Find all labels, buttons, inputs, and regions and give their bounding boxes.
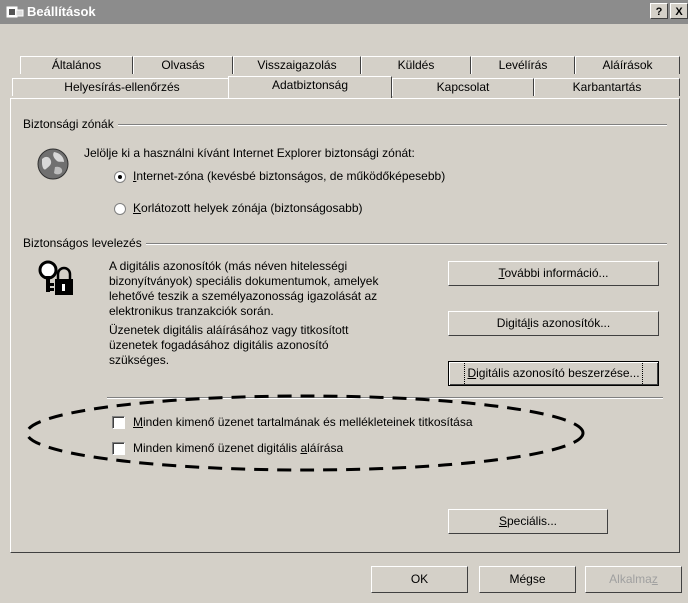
- close-button[interactable]: X: [670, 3, 688, 19]
- tab-levéliras[interactable]: Levélírás: [471, 56, 575, 74]
- encrypt-checkbox-label[interactable]: Minden kimenő üzenet tartalmának és mell…: [133, 415, 473, 430]
- apply-button[interactable]: Alkalmaz: [585, 566, 682, 593]
- cancel-button[interactable]: Mégse: [479, 566, 576, 593]
- mail-desc-line-4: elektronikus tranzakciók során.: [109, 304, 274, 318]
- tab-adatbiztonsag[interactable]: Adatbiztonság: [228, 76, 392, 98]
- title-bar[interactable]: Beállítások ? X: [0, 0, 688, 24]
- radio-restricted-zone-label[interactable]: Korlátozott helyek zónája (biztonságosab…: [133, 201, 362, 216]
- globe-icon: [37, 148, 69, 180]
- mail-desc-line-1: A digitális azonosítók (más néven hitele…: [109, 259, 348, 273]
- mail-info-line-1: Üzenetek digitális aláírásához vagy titk…: [109, 323, 349, 337]
- digital-ids-button[interactable]: Digitális azonosítók...: [448, 311, 659, 336]
- options-window: Beállítások ? X Általános Olvasás Vissza…: [0, 0, 688, 603]
- zones-prompt: Jelölje ki a használni kívánt Internet E…: [84, 146, 415, 160]
- tab-visszaigazolas[interactable]: Visszaigazolás: [233, 56, 361, 74]
- mail-desc-line-2: bizonyítványok) speciális dokumentumok, …: [109, 274, 379, 288]
- tab-altalanos[interactable]: Általános: [20, 56, 133, 74]
- outlook-app-icon: [6, 6, 24, 18]
- tab-alairasok[interactable]: Aláírások: [575, 56, 680, 74]
- tab-olvasas[interactable]: Olvasás: [133, 56, 233, 74]
- window-title: Beállítások: [27, 4, 96, 19]
- mail-group-label: Biztonságos levelezés: [23, 236, 146, 250]
- help-button[interactable]: ?: [650, 3, 668, 19]
- advanced-button[interactable]: Speciális...: [448, 509, 608, 534]
- security-panel: Biztonsági zónák Jelölje ki a használni …: [10, 98, 680, 553]
- tab-karbantartas[interactable]: Karbantartás: [534, 78, 680, 96]
- ok-button[interactable]: OK: [371, 566, 468, 593]
- checkbox-separator: [107, 397, 663, 399]
- radio-internet-zone-label[interactable]: Internet-zóna (kevésbé biztonságos, de m…: [133, 169, 445, 184]
- radio-restricted-zone[interactable]: [114, 203, 126, 215]
- key-lock-icon: [38, 260, 73, 295]
- radio-internet-zone[interactable]: [114, 171, 126, 183]
- mail-info-line-3: szükséges.: [109, 353, 170, 367]
- sign-checkbox[interactable]: [112, 442, 125, 455]
- zones-group-label: Biztonsági zónák: [23, 117, 118, 131]
- more-info-button[interactable]: További információ...: [448, 261, 659, 286]
- tab-kuldes[interactable]: Küldés: [361, 56, 471, 74]
- sign-checkbox-label[interactable]: Minden kimenő üzenet digitális aláírása: [133, 441, 343, 456]
- encrypt-checkbox[interactable]: [112, 416, 125, 429]
- get-digital-id-button[interactable]: Digitális azonosító beszerzése...: [448, 361, 659, 386]
- tab-helyesiras[interactable]: Helyesírás-ellenőrzés: [12, 78, 232, 96]
- tab-kapcsolat[interactable]: Kapcsolat: [392, 78, 534, 96]
- zones-group-divider: [23, 124, 667, 126]
- mail-info-line-2: üzenetek fogadásához digitális azonosító: [109, 338, 329, 352]
- mail-desc-line-3: lehetővé teszik a személyazonosság igazo…: [109, 289, 378, 303]
